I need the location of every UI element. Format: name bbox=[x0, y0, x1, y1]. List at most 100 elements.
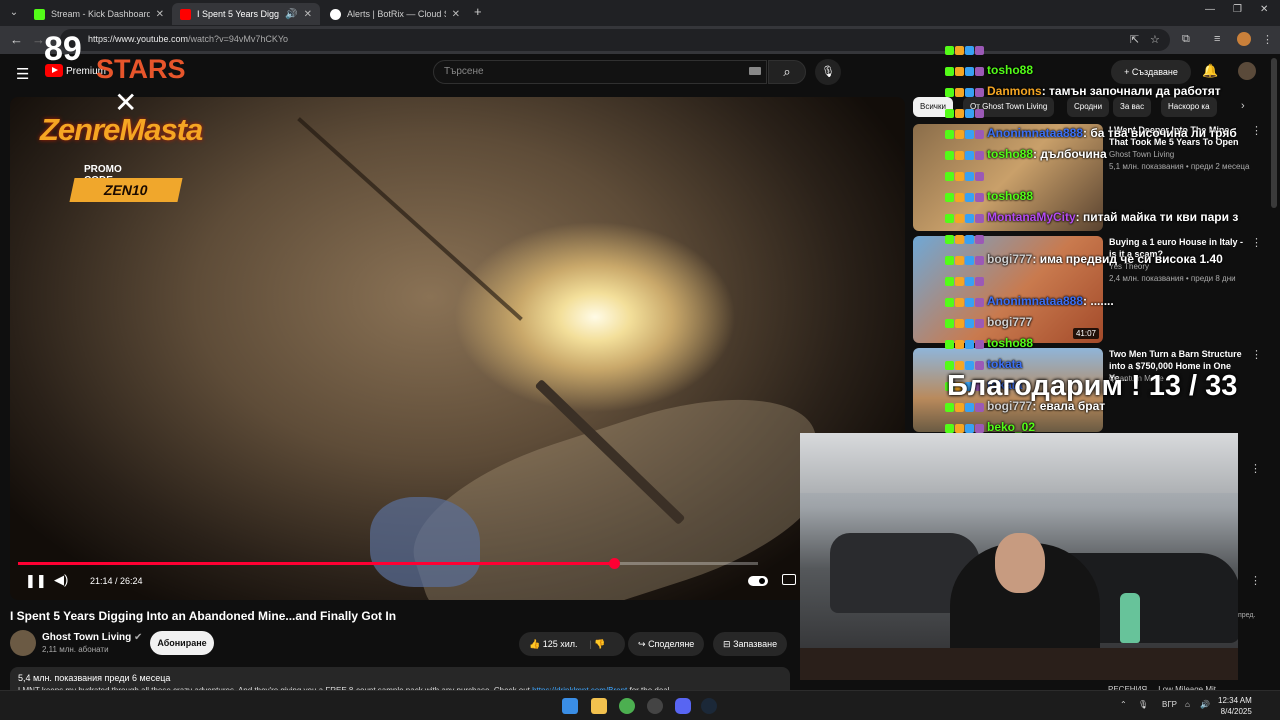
search-input[interactable]: Търсене bbox=[433, 60, 767, 84]
close-window-icon[interactable]: ✕ bbox=[1260, 4, 1268, 15]
chat-badge-icon bbox=[965, 277, 974, 287]
chat-badges bbox=[945, 106, 985, 120]
start-icon[interactable] bbox=[562, 698, 578, 714]
chat-text: : дълбочина bbox=[1033, 147, 1107, 161]
more-options-icon[interactable]: ⋮ bbox=[1251, 348, 1262, 361]
chat-message bbox=[945, 231, 987, 249]
steam-icon[interactable] bbox=[701, 698, 717, 714]
chat-text: : тамън започнали да работят bbox=[1041, 84, 1221, 98]
tab-kick-dashboard[interactable]: Stream - Kick Dashboard ✕ bbox=[26, 3, 172, 25]
pause-icon[interactable]: ❚❚ bbox=[25, 573, 47, 589]
save-button[interactable]: ⊟ Запазване bbox=[713, 632, 788, 656]
like-button[interactable]: 👍 125 хил. | 👎 bbox=[519, 632, 625, 656]
chevron-right-icon[interactable]: › bbox=[1241, 100, 1245, 112]
new-tab-icon[interactable]: + bbox=[474, 4, 482, 19]
volume-icon[interactable]: ◀) bbox=[54, 572, 68, 588]
chat-badge-icon bbox=[955, 361, 964, 371]
subtitles-icon[interactable] bbox=[782, 574, 796, 585]
overlay-number: 89 bbox=[44, 30, 82, 68]
chat-badge-icon bbox=[945, 67, 954, 77]
notifications-bell-icon[interactable]: 🔔 bbox=[1202, 63, 1218, 79]
close-tab-icon[interactable]: ✕ bbox=[452, 9, 460, 20]
chat-badge-icon bbox=[975, 424, 984, 434]
chat-badge-icon bbox=[945, 151, 954, 161]
file-explorer-icon[interactable] bbox=[591, 698, 607, 714]
chat-badge-icon bbox=[955, 298, 964, 308]
network-icon[interactable]: ⌂ bbox=[1185, 700, 1190, 709]
chat-badges bbox=[945, 211, 985, 225]
tab-youtube-video[interactable]: I Spent 5 Years Digging Into 🔊 ✕ bbox=[172, 3, 320, 25]
account-avatar[interactable] bbox=[1238, 62, 1256, 80]
progress-fill bbox=[18, 562, 614, 565]
chat-badge-icon bbox=[945, 256, 954, 266]
chat-badge-icon bbox=[965, 340, 974, 350]
chat-badge-icon bbox=[945, 172, 954, 182]
tab-botrix-alerts[interactable]: Alerts | BotRix — Cloud Stream ✕ bbox=[322, 3, 468, 25]
volume-tray-icon[interactable]: 🔊 bbox=[1200, 700, 1210, 709]
more-options-icon[interactable]: ⋮ bbox=[1250, 462, 1261, 475]
chat-badge-icon bbox=[945, 130, 954, 140]
close-tab-icon[interactable]: ✕ bbox=[304, 9, 312, 20]
chat-username: Anonimnataa888 bbox=[987, 294, 1084, 308]
autoplay-toggle[interactable] bbox=[748, 576, 768, 586]
chat-username: tosho88 bbox=[987, 336, 1034, 350]
speaker-icon[interactable]: 🔊 bbox=[285, 9, 297, 20]
address-bar[interactable]: https://www.youtube.com/watch?v=94vMv7hC… bbox=[60, 29, 1170, 51]
channel-name[interactable]: Ghost Town Living ✔ bbox=[42, 632, 142, 643]
install-icon[interactable]: ⇱ bbox=[1130, 33, 1139, 46]
system-clock[interactable]: 12:34 AM 8/4/2025 bbox=[1218, 695, 1252, 717]
chat-badge-icon bbox=[955, 319, 964, 329]
chat-badge-icon bbox=[965, 424, 974, 434]
close-tab-icon[interactable]: ✕ bbox=[156, 9, 164, 20]
tray-mic-icon[interactable]: 🎙 bbox=[1138, 700, 1148, 709]
chat-badge-icon bbox=[975, 46, 984, 56]
discord-icon[interactable] bbox=[675, 698, 691, 714]
chat-badge-icon bbox=[965, 67, 974, 77]
mic-icon[interactable]: 🎙 bbox=[815, 59, 841, 85]
share-icon: ↪ bbox=[638, 639, 646, 649]
subscribe-button[interactable]: Абониране bbox=[150, 631, 214, 655]
bookmark-star-icon[interactable]: ☆ bbox=[1150, 33, 1160, 46]
thumbs-down-icon[interactable]: 👎 bbox=[594, 639, 605, 649]
share-button[interactable]: ↪ Споделяне bbox=[628, 632, 705, 656]
goal-counter: Благодарим ! 13 / 33 bbox=[947, 370, 1238, 402]
chat-username: beko_02 bbox=[987, 420, 1036, 434]
language-indicator[interactable]: ВГР bbox=[1162, 700, 1177, 709]
tray-chevron-icon[interactable]: ⌃ bbox=[1120, 700, 1127, 709]
extensions-icon[interactable]: ⧉ bbox=[1182, 33, 1190, 46]
botrix-icon bbox=[330, 8, 341, 20]
search-button[interactable]: ⌕ bbox=[768, 60, 806, 84]
bookmark-icon: ⊟ bbox=[723, 639, 731, 649]
chat-badge-icon bbox=[955, 214, 964, 224]
chat-message bbox=[945, 105, 987, 123]
create-button[interactable]: + Създаване bbox=[1111, 60, 1191, 84]
maximize-icon[interactable]: ❐ bbox=[1233, 4, 1242, 15]
duration-badge: 41:07 bbox=[1072, 328, 1099, 339]
chat-text: : ба тва височина ли тряб bbox=[1083, 126, 1237, 140]
more-options-icon[interactable]: ⋮ bbox=[1251, 236, 1262, 249]
channel-avatar[interactable] bbox=[10, 630, 36, 656]
media-icon[interactable]: ≡ bbox=[1214, 33, 1220, 45]
video-player[interactable]: ❚❚ ◀) 21:14 / 26:24 bbox=[10, 97, 905, 600]
more-options-icon[interactable]: ⋮ bbox=[1251, 124, 1262, 137]
chat-badges bbox=[945, 85, 985, 99]
chat-badge-icon bbox=[955, 151, 964, 161]
keyboard-icon[interactable] bbox=[749, 67, 761, 75]
back-icon[interactable]: ← bbox=[10, 32, 23, 47]
chat-badge-icon bbox=[945, 277, 954, 287]
chat-username: Anonimnataa888 bbox=[987, 126, 1084, 140]
menu-icon[interactable]: ⋮ bbox=[1262, 33, 1273, 46]
tab-search-icon[interactable]: ⌄ bbox=[6, 5, 22, 21]
scrubber-handle[interactable] bbox=[608, 558, 620, 569]
more-options-icon[interactable]: ⋮ bbox=[1250, 574, 1261, 587]
obs-icon[interactable] bbox=[647, 698, 663, 714]
chrome-icon[interactable] bbox=[619, 698, 635, 714]
chat-username: Danmons bbox=[987, 84, 1042, 98]
hamburger-icon[interactable]: ☰ bbox=[16, 65, 29, 83]
minimize-icon[interactable]: — bbox=[1205, 4, 1215, 15]
chat-message bbox=[945, 42, 987, 60]
scrollbar[interactable] bbox=[1271, 58, 1277, 208]
progress-bar[interactable] bbox=[18, 558, 758, 569]
profile-avatar[interactable] bbox=[1237, 32, 1251, 46]
chat-badge-icon bbox=[965, 361, 974, 371]
